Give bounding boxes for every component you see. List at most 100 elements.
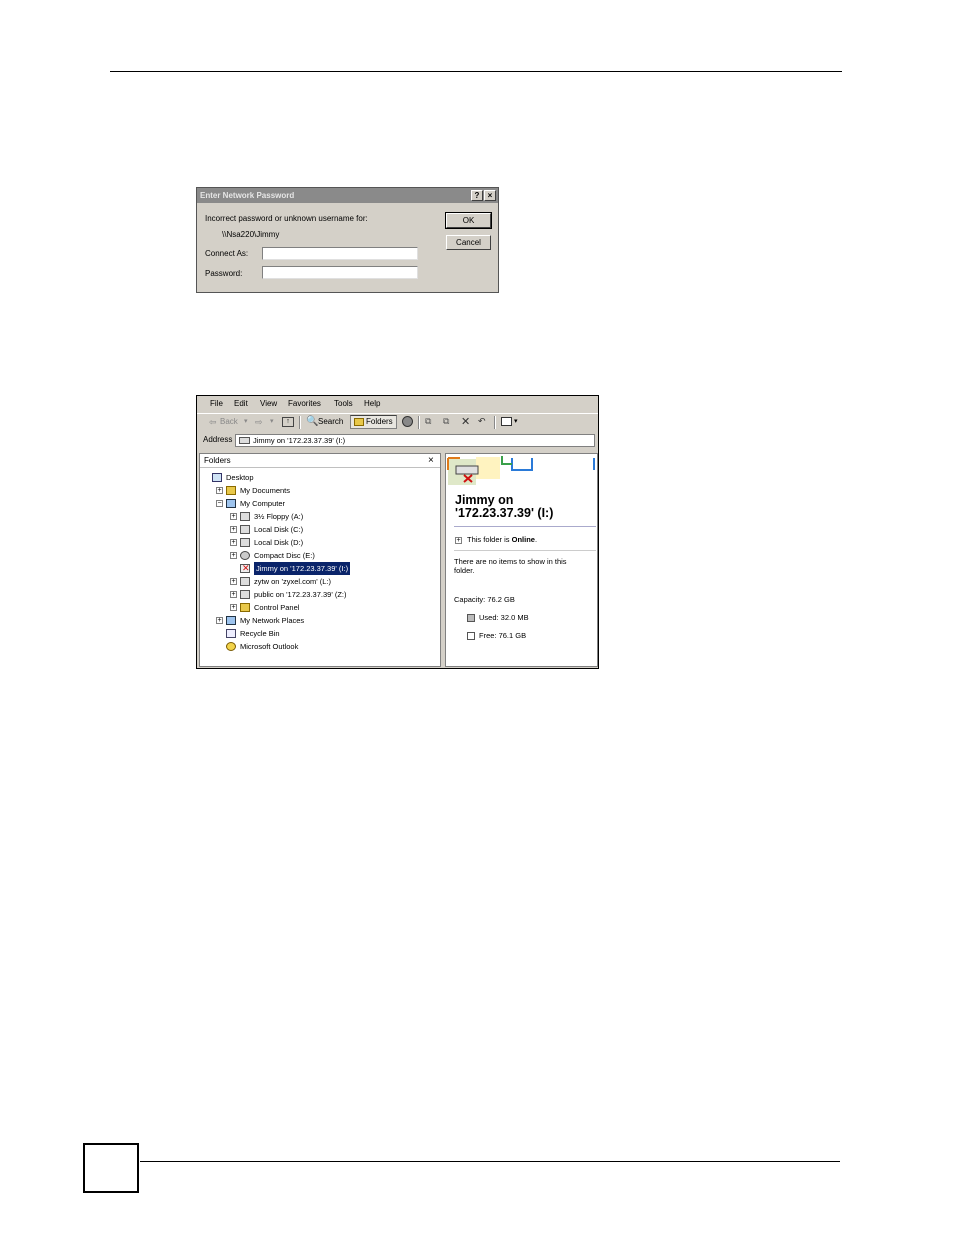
history-icon[interactable] [402, 416, 413, 427]
page-number-box [83, 1143, 139, 1193]
folders-pane-title: Folders [204, 456, 231, 465]
collapse-icon[interactable]: − [216, 500, 223, 507]
tree-item-label: Local Disk (D:) [254, 538, 304, 547]
dialog-message: Incorrect password or unknown username f… [205, 214, 368, 223]
floppy-icon [240, 512, 250, 521]
toolbar-separator [299, 416, 301, 429]
tree-item-label: public on '172.23.37.39' (Z:) [254, 590, 347, 599]
close-folders-icon[interactable]: × [428, 454, 434, 468]
network-drive-icon [240, 590, 250, 599]
cd-icon [240, 551, 250, 560]
connect-as-label: Connect As: [205, 249, 249, 258]
views-dropdown-icon[interactable]: ▾ [514, 417, 518, 425]
toolbar: ⇦ Back ▾ ⇨ ▾ ↑ 🔍 Search Folders ⧉ ⧉ ✕ ↶ … [197, 413, 598, 431]
expand-icon[interactable]: + [230, 578, 237, 585]
drive-title-line2: '172.23.37.39' (I:) [455, 506, 554, 520]
folders-button[interactable]: Folders [350, 415, 397, 429]
online-status-suffix: . [534, 535, 538, 544]
empty-folder-line1: There are no items to show in this [454, 557, 567, 566]
network-drive-icon [239, 437, 250, 444]
control-panel-icon [240, 603, 250, 612]
free-text: Free: 76.1 GB [479, 631, 527, 640]
computer-icon [226, 499, 236, 508]
expand-icon[interactable]: + [230, 539, 237, 546]
address-bar: Address Jimmy on '172.23.37.39' (I:) [197, 433, 598, 448]
tree-item-label: Compact Disc (E:) [254, 551, 315, 560]
disk-icon [240, 538, 250, 547]
folders-pane: Folders × Desktop + My Documents − My Comput… [199, 453, 441, 667]
disk-icon [240, 525, 250, 534]
address-value: Jimmy on '172.23.37.39' (I:) [253, 436, 346, 445]
expand-icon[interactable]: + [216, 487, 223, 494]
details-pane: Jimmy on '172.23.37.39' (I:) + This fold… [445, 453, 598, 667]
capacity-text: Capacity: 76.2 GB [454, 595, 515, 604]
empty-folder-line2: folder. [454, 566, 475, 575]
tree-item-label: Local Disk (C:) [254, 525, 304, 534]
footer-rule [140, 1161, 840, 1162]
move-to-icon[interactable]: ⧉ [425, 416, 431, 427]
dialog-title: Enter Network Password [197, 188, 498, 203]
folders-button-label: Folders [366, 417, 393, 426]
address-field[interactable]: Jimmy on '172.23.37.39' (I:) [235, 434, 595, 447]
copy-to-icon[interactable]: ⧉ [443, 416, 449, 427]
expand-icon[interactable]: + [230, 526, 237, 533]
delete-icon[interactable]: ✕ [461, 415, 470, 428]
toolbar-separator [494, 416, 496, 429]
folder-icon [226, 486, 236, 495]
tree-item-label: 3½ Floppy (A:) [254, 512, 304, 521]
recycle-bin-icon [226, 629, 236, 638]
online-status-value: Online [511, 535, 535, 544]
tree-item-label: My Documents [240, 486, 291, 495]
used-swatch [467, 614, 475, 622]
menu-tools[interactable]: Tools [334, 399, 353, 408]
tree-item-label: Control Panel [254, 603, 300, 612]
password-input[interactable] [262, 266, 418, 279]
views-icon[interactable] [501, 417, 512, 426]
tree-item-label: Microsoft Outlook [240, 642, 299, 651]
network-places-icon [226, 616, 236, 625]
help-button[interactable]: ? [471, 190, 483, 201]
up-folder-icon[interactable]: ↑ [282, 417, 294, 427]
expand-icon[interactable]: + [230, 513, 237, 520]
expand-icon[interactable]: + [230, 552, 237, 559]
close-button[interactable]: × [484, 190, 496, 201]
online-status: This folder is Online. [467, 535, 537, 544]
online-status-prefix: This folder is [467, 535, 512, 544]
tree-item-label: Jimmy on '172.23.37.39' (I:) [254, 562, 351, 575]
menu-bar: File Edit View Favorites Tools Help [197, 396, 598, 412]
cancel-button[interactable]: Cancel [446, 235, 491, 250]
menu-edit[interactable]: Edit [234, 399, 248, 408]
expand-icon[interactable]: + [216, 617, 223, 624]
ok-button[interactable]: OK [445, 212, 492, 229]
menu-favorites[interactable]: Favorites [288, 399, 321, 408]
address-label: Address [203, 435, 233, 444]
forward-arrow-icon[interactable]: ⇨ [255, 417, 263, 428]
status-divider [454, 550, 596, 551]
search-icon: 🔍 [306, 416, 319, 427]
drive-title-line1: Jimmy on [455, 493, 514, 507]
desktop-icon [212, 473, 222, 482]
outlook-icon [226, 642, 236, 651]
password-label: Password: [205, 269, 243, 278]
connect-as-input[interactable] [262, 247, 418, 260]
menu-view[interactable]: View [260, 399, 277, 408]
expand-icon[interactable]: + [230, 604, 237, 611]
menu-help[interactable]: Help [364, 399, 380, 408]
share-path: \\Nsa220\Jimmy [222, 230, 280, 239]
undo-icon[interactable]: ↶ [478, 416, 486, 427]
explorer-window: File Edit View Favorites Tools Help ⇦ Ba… [196, 395, 599, 669]
free-swatch [467, 632, 475, 640]
back-button[interactable]: Back [220, 417, 238, 426]
back-dropdown-icon: ▾ [244, 418, 248, 425]
tree-item-label: My Network Places [240, 616, 305, 625]
online-status-icon: + [455, 537, 462, 544]
menu-file[interactable]: File [210, 399, 223, 408]
tree-item-label: zytw on 'zyxel.com' (L:) [254, 577, 332, 586]
disconnected-drive-icon: ✕ [240, 563, 250, 573]
expand-icon[interactable]: + [230, 591, 237, 598]
used-text: Used: 32.0 MB [479, 613, 529, 622]
search-button[interactable]: Search [318, 417, 343, 426]
network-drive-icon [240, 577, 250, 586]
network-password-dialog: Enter Network Password ? × Incorrect pas… [196, 187, 499, 293]
tree-item-label: Recycle Bin [240, 629, 280, 638]
